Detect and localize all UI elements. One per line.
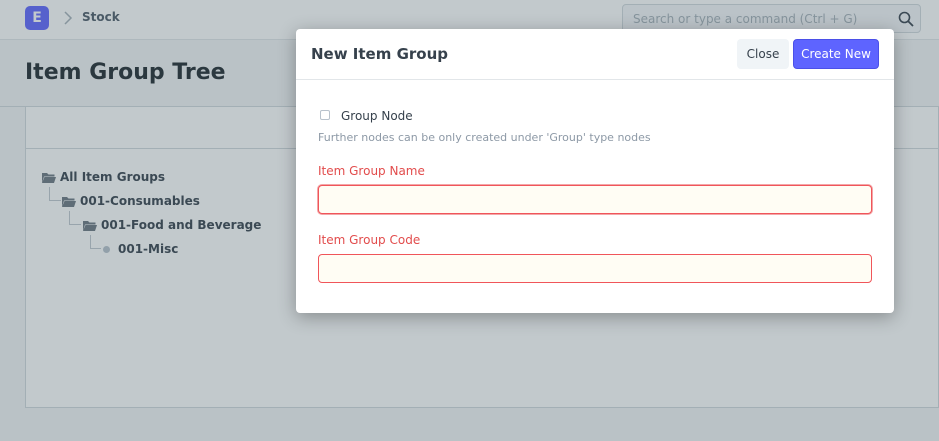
new-item-group-dialog: New Item Group Close Create New Group No… <box>296 29 894 313</box>
modal-title: New Item Group <box>311 45 449 63</box>
item-group-name-label: Item Group Name <box>318 164 425 178</box>
modal-header: New Item Group Close Create New <box>296 29 894 80</box>
group-node-label[interactable]: Group Node <box>341 109 413 123</box>
item-group-code-label: Item Group Code <box>318 233 421 247</box>
create-new-button[interactable]: Create New <box>793 39 879 69</box>
group-node-help-text: Further nodes can be only created under … <box>318 131 651 144</box>
item-group-code-input[interactable] <box>318 254 872 283</box>
item-group-name-input[interactable] <box>318 185 872 214</box>
group-node-checkbox[interactable] <box>320 110 330 120</box>
close-button[interactable]: Close <box>737 39 789 69</box>
